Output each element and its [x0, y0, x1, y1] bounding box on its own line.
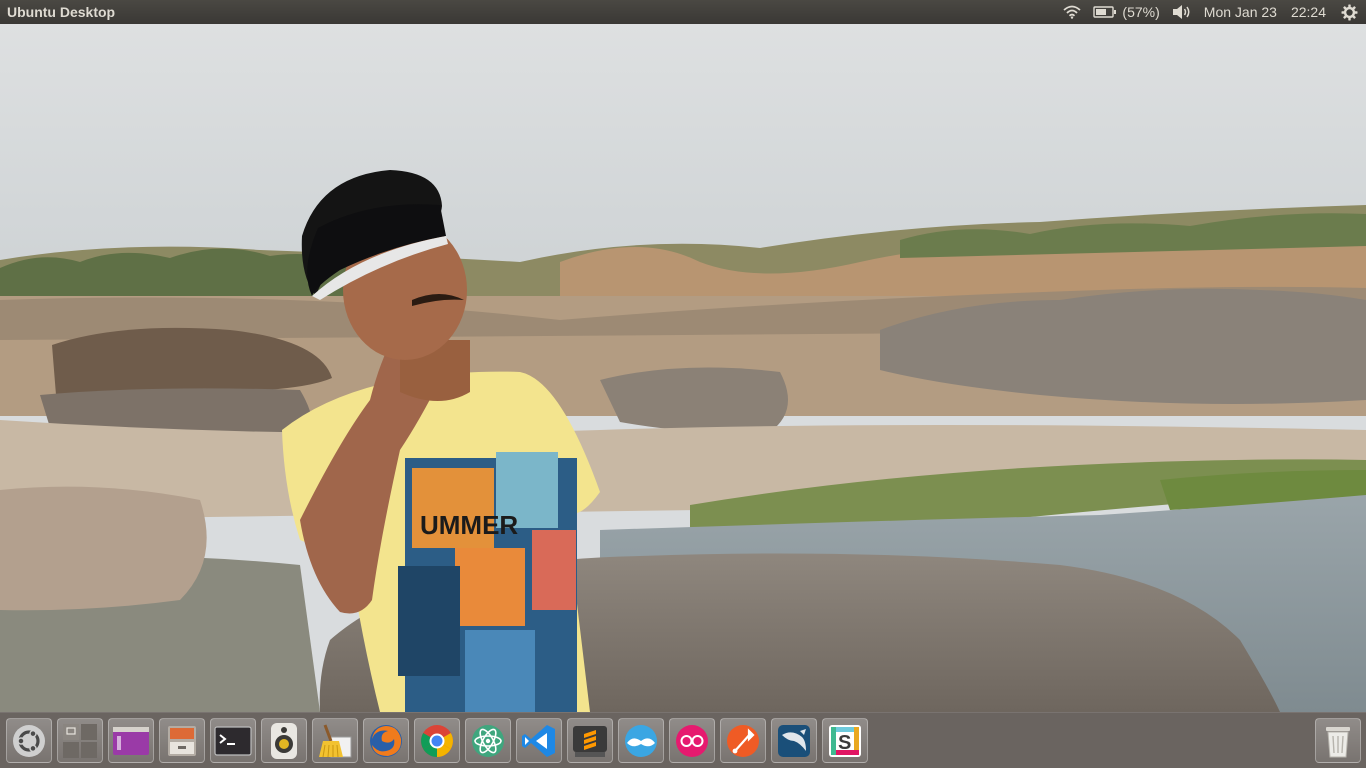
slack-icon: S: [827, 723, 863, 759]
flickr[interactable]: [669, 718, 715, 763]
flickr-icon: [674, 723, 710, 759]
desktop-wallpaper: UMMER: [0, 0, 1366, 712]
gear-icon: [1341, 4, 1358, 21]
franz[interactable]: [618, 718, 664, 763]
svg-text:S: S: [838, 732, 851, 754]
terminal-icon: [214, 725, 252, 756]
sublime-text[interactable]: [567, 718, 613, 763]
mustache-icon: [623, 723, 659, 759]
network-indicator[interactable]: [1057, 0, 1087, 24]
postman[interactable]: [720, 718, 766, 763]
svg-text:UMMER: UMMER: [420, 510, 518, 540]
chrome[interactable]: [414, 718, 460, 763]
launcher: S: [0, 712, 1366, 768]
sublime-icon: [571, 724, 609, 758]
battery-icon: [1093, 6, 1117, 18]
trash[interactable]: [1315, 718, 1361, 763]
bleachbit[interactable]: [312, 718, 358, 763]
broom-icon: [317, 723, 353, 759]
top-panel: Ubuntu Desktop (57%) Mon Jan 23 22:24: [0, 0, 1366, 24]
window-purple-icon: [112, 726, 150, 756]
speaker-icon: [269, 722, 299, 760]
date-indicator[interactable]: Mon Jan 23: [1198, 0, 1285, 24]
trash-icon: [1322, 723, 1354, 759]
workspace-switcher[interactable]: [57, 718, 103, 763]
ubuntu-logo-icon: [12, 724, 46, 758]
rhythmbox[interactable]: [261, 718, 307, 763]
app-title: Ubuntu Desktop: [7, 4, 116, 20]
atom-icon: [470, 723, 506, 759]
vscode-icon: [521, 723, 557, 759]
dash-button[interactable]: [6, 718, 52, 763]
battery-indicator[interactable]: (57%): [1087, 0, 1165, 24]
volume-icon: [1172, 4, 1192, 20]
mysql-workbench[interactable]: [771, 718, 817, 763]
battery-percent: (57%): [1122, 4, 1160, 20]
firefox-icon: [368, 723, 404, 759]
wifi-icon: [1063, 5, 1082, 19]
sound-indicator[interactable]: [1166, 0, 1198, 24]
desktop[interactable]: UMMER Ubuntu Desktop (57%) Mon Jan 23 22…: [0, 0, 1366, 768]
firefox[interactable]: [363, 718, 409, 763]
emulator-window[interactable]: [108, 718, 154, 763]
file-cabinet-icon: [165, 724, 199, 758]
postman-icon: [725, 723, 761, 759]
vscode[interactable]: [516, 718, 562, 763]
indicator-area: (57%) Mon Jan 23 22:24: [1057, 0, 1358, 24]
clock-indicator[interactable]: 22:24: [1285, 0, 1335, 24]
session-indicator[interactable]: [1335, 0, 1358, 24]
terminal[interactable]: [210, 718, 256, 763]
workspace-grid-icon: [62, 723, 98, 759]
dolphin-icon: [776, 723, 812, 759]
atom[interactable]: [465, 718, 511, 763]
slack[interactable]: S: [822, 718, 868, 763]
chrome-icon: [419, 723, 455, 759]
files[interactable]: [159, 718, 205, 763]
